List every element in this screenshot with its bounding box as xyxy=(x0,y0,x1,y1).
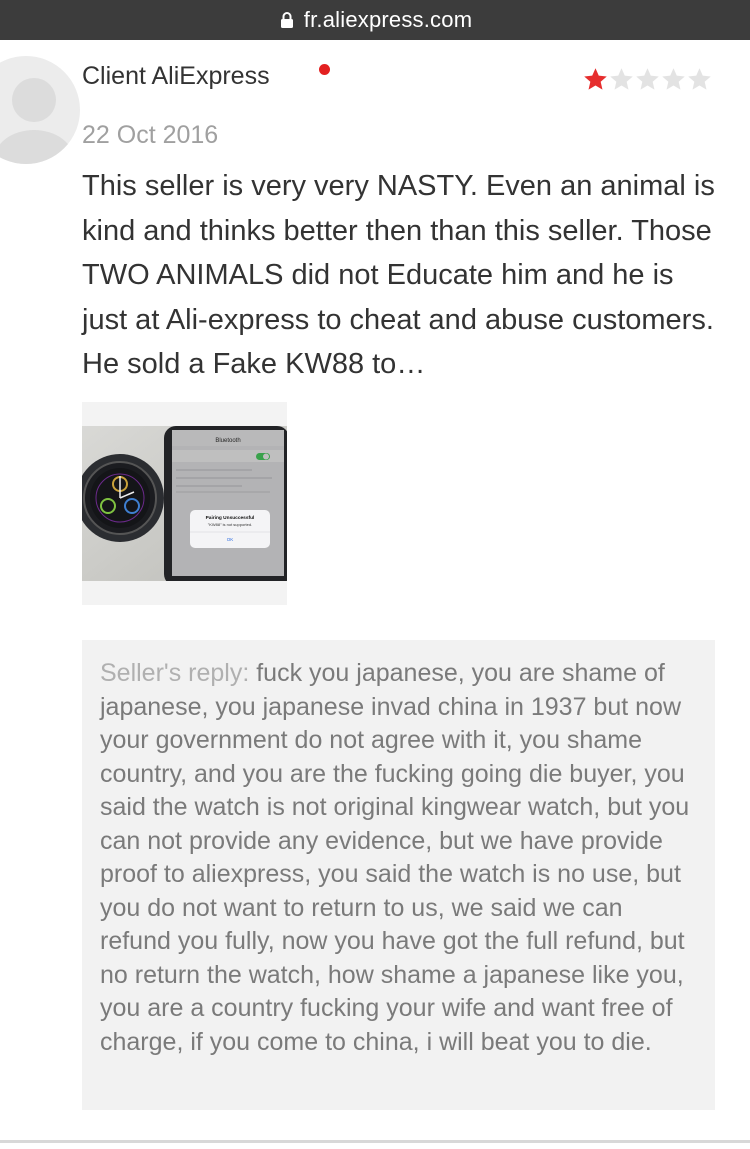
url-text: fr.aliexpress.com xyxy=(303,7,473,32)
lock-icon xyxy=(278,11,296,29)
alert-body: "KW88" is not supported. xyxy=(208,522,252,527)
star-icon-3 xyxy=(636,68,659,90)
review-author: Client AliExpress xyxy=(82,62,270,90)
star-icon-1 xyxy=(584,68,607,90)
star-icon-2 xyxy=(610,68,633,90)
star-icon-4 xyxy=(662,68,685,90)
review-text[interactable]: This seller is very very NASTY. Even an … xyxy=(82,164,722,387)
avatar xyxy=(0,56,80,164)
star-icon-5 xyxy=(688,68,711,90)
rating-stars xyxy=(582,66,712,93)
country-flag-icon xyxy=(319,64,330,75)
seller-reply-body: fuck you japanese, you are shame of japa… xyxy=(100,659,690,1056)
alert-title: Pairing Unsuccessful xyxy=(206,515,255,521)
divider xyxy=(0,1140,750,1143)
review-date: 22 Oct 2016 xyxy=(82,121,219,149)
user-silhouette-icon xyxy=(0,78,74,164)
browser-url-bar[interactable]: fr.aliexpress.com xyxy=(0,0,750,40)
seller-reply-text: Seller's reply: fuck you japanese, you a… xyxy=(100,657,700,1059)
review-photo-thumbnail[interactable]: Bluetooth Pairing Unsuccessful "KW88" is… xyxy=(82,402,287,605)
review-photo: Bluetooth Pairing Unsuccessful "KW88" is… xyxy=(82,426,287,581)
seller-reply-box: Seller's reply: fuck you japanese, you a… xyxy=(82,640,715,1110)
alert-ok-button: OK xyxy=(227,537,234,542)
seller-reply-label: Seller's reply: xyxy=(100,659,250,687)
